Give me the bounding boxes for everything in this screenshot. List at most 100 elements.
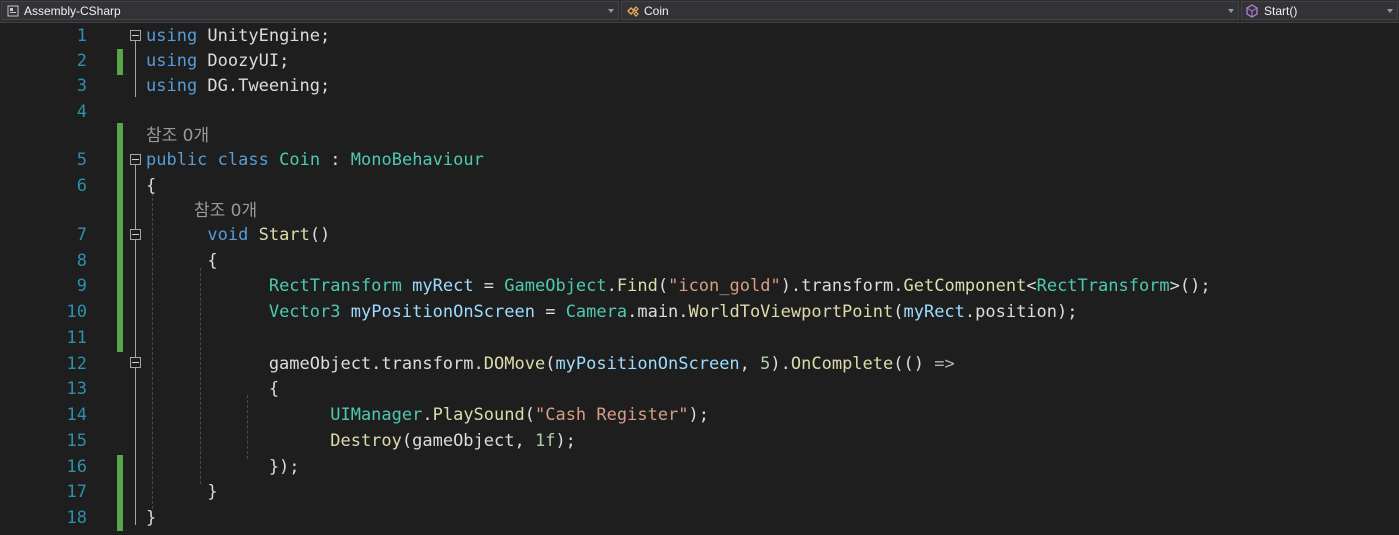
line-number: 7 (76, 225, 87, 245)
type-dropdown[interactable]: Coin (621, 1, 1239, 20)
code-token: myPositionOnScreen (350, 302, 535, 322)
line-number: 12 (66, 354, 87, 374)
codelens-references[interactable]: 참조 0개 (194, 198, 257, 224)
code-token: myRect (412, 276, 474, 296)
code-token: ); (688, 405, 709, 425)
project-dropdown-label: Assembly-CSharp (24, 3, 121, 18)
code-line[interactable]: gameObject.transform.DOMove(myPositionOn… (146, 351, 955, 377)
code-line[interactable]: using DoozyUI; (146, 48, 289, 74)
line-number: 3 (76, 76, 87, 96)
code-token: } (146, 482, 218, 502)
code-line[interactable]: using DG.Tweening; (146, 73, 330, 99)
code-token: "Cash Register" (534, 405, 689, 425)
code-token: .main. (627, 302, 689, 322)
code-token: DoozyUI; (197, 51, 290, 71)
chevron-down-icon (608, 9, 614, 13)
code-token: public (146, 150, 208, 170)
code-token: = (534, 302, 566, 322)
code-token: "icon_gold" (668, 276, 781, 296)
code-line[interactable]: } (146, 505, 156, 531)
collapse-toggle-icon[interactable] (130, 229, 141, 240)
code-line[interactable]: public class Coin : MonoBehaviour (146, 147, 484, 173)
code-token: () (309, 225, 331, 245)
code-token: WorldToViewportPoint (688, 302, 894, 322)
code-token: Start (258, 225, 310, 245)
method-icon (1245, 3, 1261, 19)
code-token: myPositionOnScreen (555, 354, 740, 374)
code-token: ( (657, 276, 669, 296)
code-token: ). (770, 354, 791, 374)
navigation-bar: Assembly-CSharp Coin Start() (0, 0, 1399, 23)
code-token: . (422, 405, 433, 425)
csharp-project-icon (5, 3, 21, 19)
line-number: 14 (66, 405, 87, 425)
code-token: MonoBehaviour (350, 150, 484, 170)
code-line[interactable]: { (146, 376, 279, 402)
code-line[interactable]: using UnityEngine; (146, 23, 330, 49)
codelens-references[interactable]: 참조 0개 (146, 123, 209, 149)
code-token: Destroy (330, 431, 402, 451)
code-token: GetComponent (903, 276, 1027, 296)
code-token: class (217, 150, 269, 170)
collapse-toggle-icon[interactable] (130, 30, 141, 41)
code-token: 5 (760, 354, 771, 374)
code-token: { (146, 176, 157, 196)
class-icon (625, 3, 641, 19)
type-dropdown-label: Coin (644, 3, 669, 18)
project-dropdown[interactable]: Assembly-CSharp (1, 1, 619, 20)
code-line[interactable]: } (146, 479, 218, 505)
change-indicator (117, 49, 123, 75)
code-token: ); (555, 431, 576, 451)
code-token: using (146, 76, 198, 96)
code-token: PlaySound (432, 405, 525, 425)
code-token: UIManager (330, 405, 423, 425)
code-line[interactable]: RectTransform myRect = GameObject.Find("… (146, 273, 1211, 299)
code-token: >(); (1169, 276, 1211, 296)
change-indicator (117, 123, 123, 352)
collapse-toggle-icon[interactable] (130, 357, 141, 368)
code-token: Coin (279, 150, 321, 170)
code-token: ( (545, 354, 556, 374)
code-line[interactable]: Destroy(gameObject, 1f); (146, 428, 576, 454)
code-line[interactable]: }); (146, 454, 300, 480)
code-token: DOMove (483, 354, 546, 374)
line-number: 18 (66, 508, 87, 528)
code-token: : (320, 150, 351, 170)
code-editor[interactable]: 1 2 3 4 5 6 7 8 9 10 11 12 13 14 15 16 1… (0, 23, 1399, 535)
code-token: using (146, 26, 198, 46)
code-token: UnityEngine; (197, 26, 331, 46)
code-line[interactable]: { (146, 173, 156, 199)
code-token: RectTransform (268, 276, 402, 296)
code-line[interactable]: { (146, 248, 218, 274)
code-token: ( (524, 405, 535, 425)
code-token: DG.Tweening; (197, 76, 331, 96)
line-number: 17 (66, 482, 87, 502)
code-token: (gameObject, (401, 431, 535, 451)
code-token: ).transform. (780, 276, 904, 296)
code-line[interactable]: Vector3 myPositionOnScreen = Camera.main… (146, 299, 1078, 325)
code-token: .position); (964, 302, 1078, 322)
collapse-toggle-icon[interactable] (130, 154, 141, 165)
code-token: { (146, 251, 218, 271)
code-token: Find (616, 276, 658, 296)
code-line[interactable]: void Start() (146, 222, 330, 248)
change-indicator (117, 455, 123, 531)
code-token: => (934, 354, 955, 374)
member-dropdown-label: Start() (1264, 3, 1298, 18)
code-token: RectTransform (1036, 276, 1170, 296)
code-line[interactable]: UIManager.PlaySound("Cash Register"); (146, 402, 709, 428)
code-token: Vector3 (268, 302, 341, 322)
line-number: 13 (66, 379, 87, 399)
outline-lambda-block (135, 368, 136, 463)
member-dropdown[interactable]: Start() (1241, 1, 1398, 20)
